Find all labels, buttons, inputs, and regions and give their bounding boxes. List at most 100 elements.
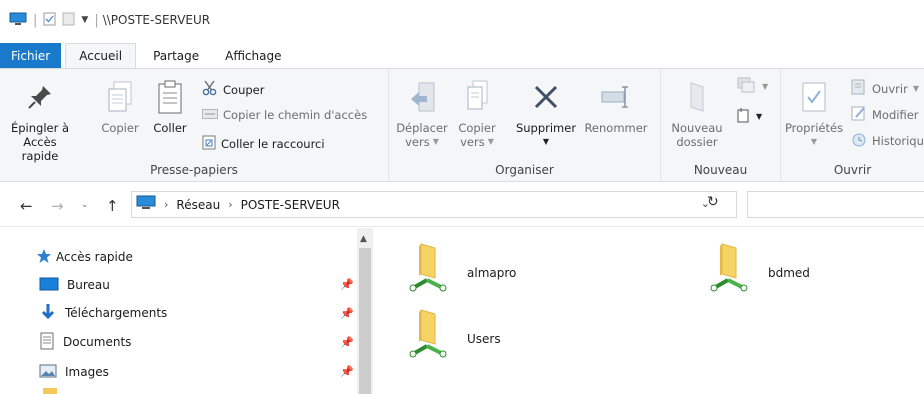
title-bar: | ▼ | \\POSTE-SERVEUR bbox=[0, 0, 924, 40]
nav-item-documents[interactable]: Documents bbox=[39, 332, 131, 352]
open-button[interactable]: Ouvrir ▼ bbox=[851, 79, 919, 98]
back-arrow-icon[interactable]: ← bbox=[20, 197, 33, 215]
share-item-bdmed[interactable]: bdmed bbox=[710, 242, 810, 297]
paste-shortcut-label: Coller le raccourci bbox=[221, 136, 325, 151]
edit-icon bbox=[851, 105, 867, 124]
open-group: Propriétés ▼ Ouvrir ▼ Modifier Historiqu… bbox=[781, 69, 924, 181]
breadcrumb-separator-icon[interactable]: › bbox=[164, 198, 168, 211]
rename-icon bbox=[600, 75, 632, 119]
pictures-icon bbox=[39, 364, 57, 381]
pin-quick-access-button[interactable]: Épingler à Accès rapide bbox=[6, 75, 74, 163]
copy-to-label-line2: vers bbox=[460, 135, 485, 149]
edit-button[interactable]: Modifier bbox=[851, 105, 919, 124]
open-dropdown-icon: ▼ bbox=[912, 84, 919, 93]
tab-share[interactable]: Partage bbox=[140, 43, 212, 68]
paste-shortcut-icon bbox=[202, 134, 216, 153]
item-name: Users bbox=[467, 332, 501, 346]
delete-button[interactable]: Supprimer ▼ bbox=[513, 75, 579, 149]
scrollbar-thumb[interactable] bbox=[359, 248, 371, 394]
partial-folder-icon bbox=[43, 388, 57, 394]
scroll-up-arrow-icon[interactable]: ▲ bbox=[360, 234, 367, 244]
scissors-icon bbox=[202, 80, 218, 99]
nav-pane-scrollbar[interactable]: ▲ bbox=[357, 228, 373, 394]
copy-to-label-line1: Copier bbox=[458, 121, 496, 135]
nav-quick-access[interactable]: Accès rapide bbox=[36, 247, 133, 267]
breadcrumb-network[interactable]: Réseau bbox=[176, 198, 220, 212]
clipboard-group-label: Presse-papiers bbox=[150, 163, 238, 177]
pinned-icon: 📌 bbox=[340, 336, 354, 349]
nav-item-label: Bureau bbox=[67, 278, 110, 292]
easy-access-dropdown-icon: ▼ bbox=[756, 112, 763, 121]
history-button[interactable]: Historique bbox=[851, 131, 924, 150]
download-arrow-icon bbox=[39, 303, 57, 324]
star-icon bbox=[36, 248, 52, 267]
desktop-icon bbox=[39, 277, 59, 294]
cut-label: Couper bbox=[223, 82, 265, 97]
copy-button[interactable]: Copier bbox=[98, 75, 142, 135]
network-share-folder-icon bbox=[409, 308, 449, 363]
nav-item-desktop[interactable]: Bureau bbox=[39, 275, 110, 295]
new-item-button[interactable]: ▼ bbox=[735, 77, 768, 96]
customize-qa-dropdown-icon[interactable]: ▼ bbox=[81, 15, 88, 25]
new-item-icon bbox=[735, 77, 757, 96]
pin-label-line1: Épingler à bbox=[10, 121, 70, 135]
pin-icon bbox=[26, 75, 54, 119]
new-folder-qa-icon[interactable] bbox=[62, 12, 75, 29]
address-bar[interactable]: › Réseau › POSTE-SERVEUR ⌄ bbox=[131, 191, 737, 218]
share-item-almapro[interactable]: almapro bbox=[409, 242, 516, 297]
tab-file[interactable]: Fichier bbox=[0, 43, 62, 68]
up-arrow-icon[interactable]: ↑ bbox=[106, 197, 119, 215]
easy-access-button[interactable]: ▼ bbox=[735, 107, 762, 126]
move-to-button[interactable]: Déplacer vers ▼ bbox=[393, 75, 451, 149]
history-icon bbox=[851, 131, 867, 150]
delete-x-icon bbox=[532, 75, 560, 119]
paste-icon bbox=[156, 75, 184, 119]
open-icon bbox=[851, 79, 867, 98]
recent-locations-chevron-icon[interactable]: ⌄ bbox=[81, 200, 89, 210]
refresh-icon[interactable]: ↻ bbox=[707, 194, 719, 210]
delete-dropdown-icon: ▼ bbox=[542, 137, 550, 146]
delete-label: Supprimer bbox=[515, 121, 577, 135]
properties-button[interactable]: Propriétés ▼ bbox=[784, 75, 844, 149]
item-name: bdmed bbox=[768, 266, 810, 280]
properties-label: Propriétés bbox=[784, 121, 844, 135]
computer-icon bbox=[9, 12, 27, 29]
move-to-dropdown-icon: ▼ bbox=[432, 137, 439, 146]
properties-dropdown-icon: ▼ bbox=[810, 137, 818, 146]
quick-access-toolbar: | ▼ | bbox=[9, 12, 99, 29]
search-box[interactable] bbox=[747, 191, 924, 218]
share-item-users[interactable]: Users bbox=[409, 308, 501, 363]
nav-quick-access-label: Accès rapide bbox=[56, 250, 133, 264]
pinned-icon: 📌 bbox=[340, 365, 354, 378]
cut-button[interactable]: Couper bbox=[202, 80, 264, 99]
forward-arrow-icon[interactable]: → bbox=[51, 197, 64, 215]
tab-home[interactable]: Accueil bbox=[65, 43, 137, 68]
clipboard-group: Épingler à Accès rapide Copier Coller Co… bbox=[0, 69, 389, 181]
edit-label: Modifier bbox=[872, 107, 919, 122]
copy-to-dropdown-icon: ▼ bbox=[487, 137, 494, 146]
network-share-folder-icon bbox=[409, 242, 449, 297]
pin-label-line2: Accès rapide bbox=[21, 135, 59, 163]
new-item-dropdown-icon: ▼ bbox=[762, 82, 769, 91]
item-name: almapro bbox=[467, 266, 517, 280]
tab-view[interactable]: Affichage bbox=[212, 43, 294, 68]
nav-item-downloads[interactable]: Téléchargements bbox=[39, 303, 167, 323]
new-folder-icon bbox=[683, 75, 711, 119]
nav-item-pictures[interactable]: Images bbox=[39, 362, 109, 382]
nav-item-label: Téléchargements bbox=[65, 306, 168, 320]
paste-button[interactable]: Coller bbox=[148, 75, 192, 135]
properties-qa-icon[interactable] bbox=[43, 12, 56, 29]
move-to-icon bbox=[407, 75, 437, 119]
copy-path-button[interactable]: Copier le chemin d'accès bbox=[202, 108, 367, 122]
copy-icon bbox=[105, 75, 135, 119]
new-folder-label-line2: dossier bbox=[676, 135, 718, 149]
copy-to-button[interactable]: Copier vers ▼ bbox=[452, 75, 502, 149]
move-to-label-line2: vers bbox=[405, 135, 430, 149]
move-to-label-line1: Déplacer bbox=[396, 121, 448, 135]
copy-path-icon bbox=[202, 108, 218, 122]
rename-button[interactable]: Renommer bbox=[583, 75, 649, 135]
new-folder-button[interactable]: Nouveau dossier bbox=[667, 75, 727, 149]
paste-shortcut-button[interactable]: Coller le raccourci bbox=[202, 134, 325, 153]
breadcrumb-server[interactable]: POSTE-SERVEUR bbox=[241, 198, 340, 212]
breadcrumb-separator-icon[interactable]: › bbox=[228, 198, 232, 211]
